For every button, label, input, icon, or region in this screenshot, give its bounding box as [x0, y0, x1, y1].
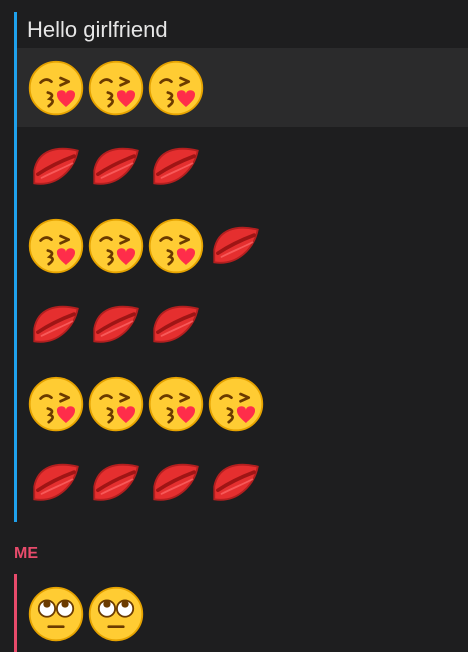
sent-message-group[interactable] — [14, 574, 468, 652]
emoji-row — [17, 48, 468, 127]
emoji-row — [17, 443, 468, 522]
emoji-row — [17, 364, 468, 443]
kissing-face-icon — [27, 217, 85, 275]
sent-emoji-row — [17, 574, 468, 652]
lips-icon — [207, 454, 265, 512]
kissing-face-icon — [87, 217, 145, 275]
emoji-row — [17, 127, 468, 206]
lips-icon — [87, 296, 145, 354]
kissing-face-icon — [207, 375, 265, 433]
kissing-face-icon — [87, 59, 145, 117]
lips-icon — [27, 296, 85, 354]
lips-icon — [27, 454, 85, 512]
kissing-face-icon — [147, 217, 205, 275]
kissing-face-icon — [147, 59, 205, 117]
eye-roll-face-icon — [27, 585, 85, 643]
sender-label-me: ME — [14, 545, 38, 562]
lips-icon — [27, 138, 85, 196]
eye-roll-face-icon — [87, 585, 145, 643]
lips-icon — [147, 454, 205, 512]
lips-icon — [207, 217, 265, 275]
lips-icon — [87, 138, 145, 196]
received-message-group[interactable]: Hello girlfriend — [14, 12, 468, 522]
kissing-face-icon — [87, 375, 145, 433]
message-text: Hello girlfriend — [27, 17, 168, 42]
emoji-row — [17, 285, 468, 364]
received-emoji-rows — [17, 48, 468, 522]
lips-icon — [147, 138, 205, 196]
lips-icon — [87, 454, 145, 512]
kissing-face-icon — [27, 375, 85, 433]
kissing-face-icon — [147, 375, 205, 433]
lips-icon — [147, 296, 205, 354]
emoji-row — [17, 206, 468, 285]
kissing-face-icon — [27, 59, 85, 117]
chat-thread: Hello girlfriend ME — [0, 0, 468, 652]
